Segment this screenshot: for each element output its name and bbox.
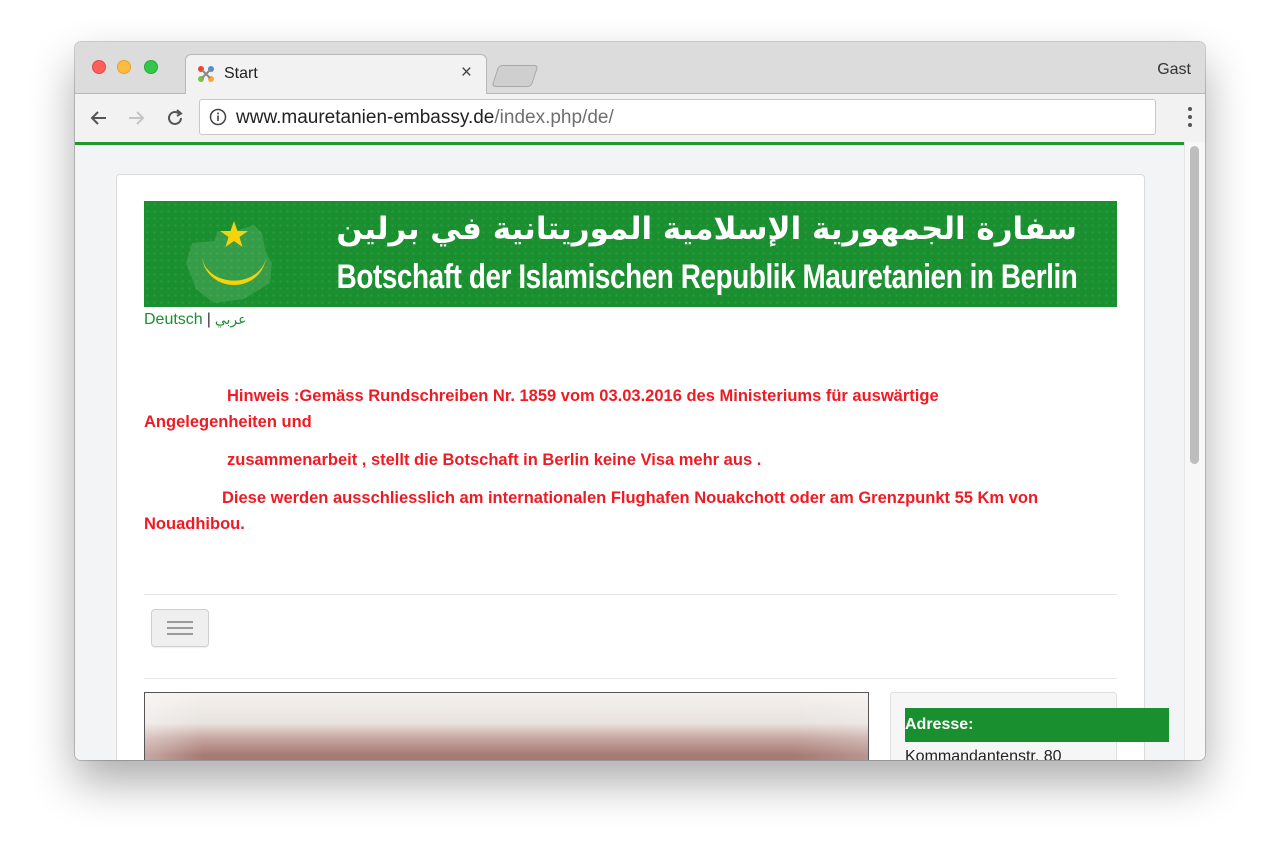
close-window-button[interactable] xyxy=(92,60,106,74)
notice-paragraph-3: Diese werden ausschliesslich am internat… xyxy=(144,485,1104,537)
address-heading: Adresse: xyxy=(905,708,1169,742)
hamburger-menu-icon xyxy=(167,621,193,623)
new-tab-button[interactable] xyxy=(491,65,539,87)
browser-toolbar: www.mauretanien-embassy.de/index.php/de/ xyxy=(75,94,1205,142)
browser-window: Start × Gast www.mauretanien-embassy.de/… xyxy=(75,42,1205,760)
language-switcher: Deutsch | عربي xyxy=(144,311,247,329)
url-text[interactable]: www.mauretanien-embassy.de/index.php/de/ xyxy=(236,107,614,129)
content-card: سفارة الجمهورية الإسلامية الموريتانية في… xyxy=(116,174,1169,760)
back-arrow-icon xyxy=(90,111,106,125)
profile-button[interactable]: Gast xyxy=(1157,61,1191,79)
back-button[interactable] xyxy=(86,105,112,131)
minimize-window-button[interactable] xyxy=(117,60,131,74)
notice-line-1b: Angelegenheiten und xyxy=(144,413,312,431)
address-line: Kommandantenstr. 80 xyxy=(905,748,1062,760)
tab-strip: Start × Gast xyxy=(75,42,1205,95)
menu-toggle-button[interactable] xyxy=(151,609,209,647)
tab-title: Start xyxy=(224,65,258,82)
banner-title-arabic: سفارة الجمهورية الإسلامية الموريتانية في… xyxy=(336,211,1077,247)
tab-start[interactable]: Start × xyxy=(185,54,487,95)
landscape-image xyxy=(144,692,869,760)
header-banner[interactable]: سفارة الجمهورية الإسلامية الموريتانية في… xyxy=(144,201,1117,307)
reload-button[interactable] xyxy=(162,105,188,131)
joomla-favicon xyxy=(198,66,214,82)
crescent-star-emblem xyxy=(186,221,272,303)
forward-arrow-icon xyxy=(129,111,145,125)
scrollbar-thumb[interactable] xyxy=(1190,146,1199,464)
lang-link-deutsch[interactable]: Deutsch xyxy=(144,311,203,328)
divider-bottom xyxy=(144,678,1117,679)
visa-notice: Hinweis :Gemäss Rundschreiben Nr. 1859 v… xyxy=(144,383,1104,537)
url-host: www.mauretanien-embassy.de xyxy=(236,107,495,128)
vertical-scrollbar[interactable] xyxy=(1184,142,1205,760)
lang-separator: | xyxy=(206,311,211,328)
info-icon[interactable] xyxy=(209,108,227,126)
notice-paragraph-2: zusammenarbeit , stellt die Botschaft in… xyxy=(227,451,762,469)
lang-link-arabic[interactable]: عربي xyxy=(215,312,247,328)
maximize-window-button[interactable] xyxy=(144,60,158,74)
close-tab-icon[interactable]: × xyxy=(461,62,472,84)
notice-line-1a: Hinweis :Gemäss Rundschreiben Nr. 1859 v… xyxy=(227,387,939,405)
kebab-menu-icon[interactable] xyxy=(1187,106,1193,128)
banner-title-german: Botschaft der Islamischen Republik Maure… xyxy=(336,258,1077,296)
divider-top xyxy=(144,594,1117,595)
notice-line-3b: Nouadhibou. xyxy=(144,515,245,533)
url-path: /index.php/de/ xyxy=(494,107,614,128)
address-bar[interactable]: www.mauretanien-embassy.de/index.php/de/ xyxy=(199,99,1156,135)
forward-button[interactable] xyxy=(123,105,149,131)
notice-line-3a: Diese werden ausschliesslich am internat… xyxy=(222,489,1039,507)
notice-paragraph-1: Hinweis :Gemäss Rundschreiben Nr. 1859 v… xyxy=(144,383,1104,435)
page-viewport: سفارة الجمهورية الإسلامية الموريتانية في… xyxy=(75,145,1185,760)
reload-icon xyxy=(168,109,183,125)
